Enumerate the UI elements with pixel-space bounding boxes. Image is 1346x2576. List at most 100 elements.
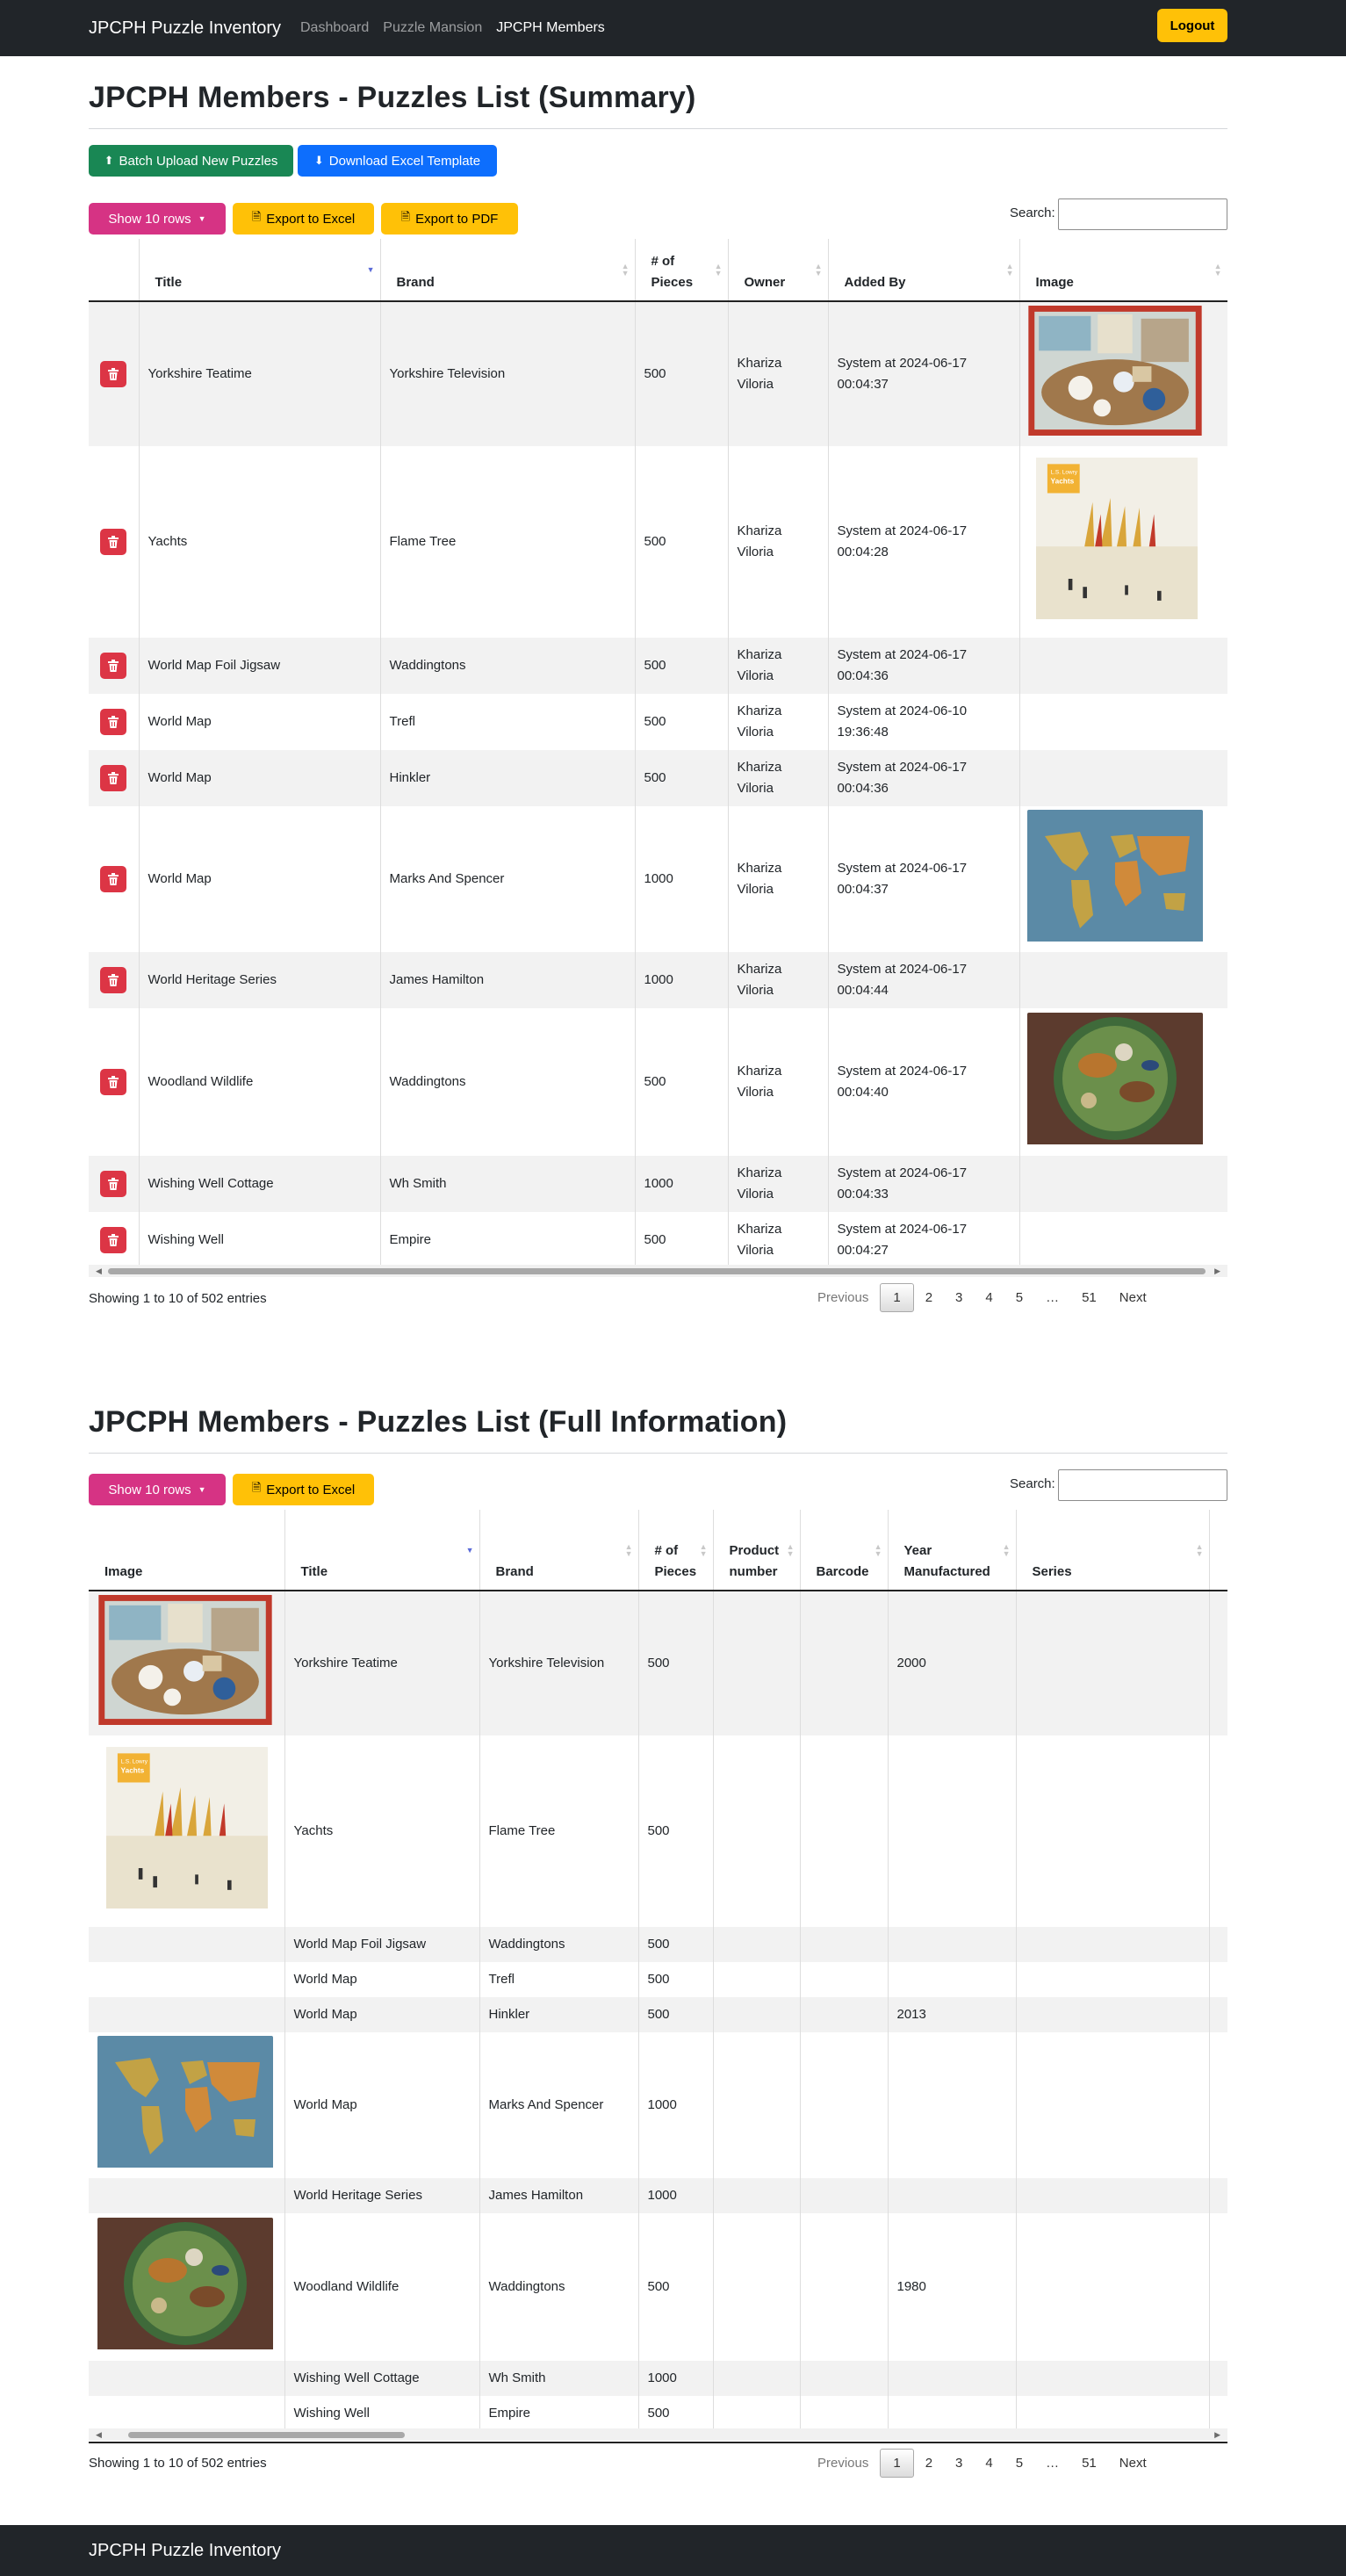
svg-text:Yachts: Yachts — [121, 1766, 145, 1774]
navbar-brand[interactable]: JPCPH Puzzle Inventory — [89, 18, 281, 39]
delete-button[interactable] — [100, 1227, 127, 1253]
table-row[interactable]: World Map Trefl 500 Khariza Viloria System a… — [89, 694, 1227, 750]
table-row[interactable]: World Map Marks And Spencer 1000 — [89, 2032, 1227, 2178]
scroll-thumb[interactable] — [108, 1268, 1206, 1274]
puzzle-image[interactable] — [1026, 1013, 1203, 1151]
header-product-number[interactable]: Product number ▲ ▼ — [713, 1510, 801, 1591]
cell-owner: Khariza Viloria — [728, 1212, 829, 1268]
header-image[interactable]: Image — [89, 1510, 285, 1591]
header-barcode[interactable]: Barcode ▲ ▼ — [800, 1510, 889, 1591]
table-row[interactable]: Woodland Wildlife Waddingtons 500 Khariza V… — [89, 1008, 1227, 1156]
scroll-left-icon[interactable]: ◀ — [96, 2430, 102, 2440]
table-row[interactable]: L.S. Lowry Yachts Yachts Flame Tree 500 — [89, 1735, 1227, 1927]
pagination-previous[interactable]: Previous — [806, 2450, 880, 2477]
delete-button[interactable] — [100, 866, 127, 892]
pagination-page[interactable]: 1 — [880, 1283, 914, 1312]
batch-upload-button[interactable]: ⬆ Batch Upload New Puzzles — [89, 145, 293, 177]
nav-link-jpcph-members[interactable]: JPCPH Members — [496, 20, 605, 36]
cell-added-by: System at 2024-06-17 00:04:33 — [828, 1156, 1020, 1212]
table-row[interactable]: Yorkshire Teatime Yorkshire Television 500… — [89, 1591, 1227, 1735]
full-scrollbar[interactable]: ◀ ▶ — [89, 2428, 1227, 2441]
pagination-page[interactable]: 4 — [974, 1284, 1004, 1311]
pagination-page[interactable]: 2 — [914, 2450, 944, 2477]
header-owner[interactable]: Owner ▲ ▼ — [728, 239, 829, 302]
pagination-page[interactable]: 1 — [880, 2449, 914, 2478]
show-rows-button[interactable]: Show 10 rows ▼ — [89, 203, 226, 235]
delete-button[interactable] — [100, 529, 127, 555]
header-title[interactable]: Title ▼ — [139, 239, 381, 302]
search-input[interactable] — [1058, 198, 1227, 230]
table-row[interactable]: Wishing Well Empire 500 — [89, 2396, 1227, 2431]
delete-button[interactable] — [100, 361, 127, 387]
delete-button[interactable] — [100, 709, 127, 735]
export-pdf-button[interactable]: 🗎 Export to PDF — [381, 203, 518, 235]
search-input[interactable] — [1058, 1469, 1227, 1501]
pagination-page[interactable]: 51 — [1070, 2450, 1108, 2477]
puzzle-image[interactable] — [97, 2036, 273, 2175]
pagination-previous[interactable]: Previous — [806, 1284, 880, 1311]
pagination-page[interactable]: 51 — [1070, 1284, 1108, 1311]
table-row[interactable]: World Map Hinkler 500 Khariza Viloria System… — [89, 750, 1227, 806]
pagination-page[interactable]: 4 — [974, 2450, 1004, 2477]
header-brand[interactable]: Brand ▲ ▼ — [380, 239, 636, 302]
header-title[interactable]: Title ▼ — [284, 1510, 480, 1591]
scroll-thumb[interactable] — [128, 2432, 405, 2438]
puzzle-image[interactable] — [97, 2218, 273, 2356]
delete-button[interactable] — [100, 1069, 127, 1095]
pagination-page[interactable]: 5 — [1004, 2450, 1034, 2477]
delete-button[interactable] — [100, 653, 127, 679]
show-rows-button[interactable]: Show 10 rows ▼ — [89, 1474, 226, 1505]
header-series[interactable]: Series ▲ ▼ — [1016, 1510, 1210, 1591]
table-row[interactable]: World Heritage Series James Hamilton 1000 — [89, 2178, 1227, 2213]
cell-barcode — [800, 2213, 889, 2361]
summary-scrollbar[interactable]: ◀ ▶ — [89, 1265, 1227, 1277]
puzzle-image[interactable]: L.S. Lowry Yachts — [106, 1746, 268, 1916]
table-row[interactable]: World Map Hinkler 500 2013 — [89, 1997, 1227, 2032]
header-year-manufactured[interactable]: Year Manufactured ▲ ▼ — [888, 1510, 1017, 1591]
cell-image — [1019, 750, 1227, 806]
puzzle-image[interactable]: L.S. Lowry Yachts — [1035, 457, 1198, 627]
puzzle-image[interactable] — [1026, 810, 1203, 949]
table-row[interactable]: Woodland Wildlife Waddingtons 500 1980 — [89, 2213, 1227, 2361]
table-row[interactable]: Yorkshire Teatime Yorkshire Television 500… — [89, 301, 1227, 446]
table-row[interactable]: Wishing Well Cottage Wh Smith 1000 Khariza … — [89, 1156, 1227, 1212]
table-row[interactable]: Wishing Well Cottage Wh Smith 1000 — [89, 2361, 1227, 2396]
delete-button[interactable] — [100, 765, 127, 791]
download-template-button[interactable]: ⬇ Download Excel Template — [298, 145, 497, 177]
pagination-next[interactable]: Next — [1108, 2450, 1158, 2477]
cell-title: World Map Foil Jigsaw — [139, 638, 381, 694]
table-row[interactable]: World Map Marks And Spencer 1000 Khariza Vi… — [89, 806, 1227, 952]
puzzle-image[interactable] — [1027, 306, 1203, 443]
export-excel-button[interactable]: 🗎 Export to Excel — [233, 1474, 374, 1505]
nav-link-puzzle-mansion[interactable]: Puzzle Mansion — [383, 20, 482, 36]
table-row[interactable]: World Map Foil Jigsaw Waddingtons 500 — [89, 1927, 1227, 1962]
actions-cell — [89, 301, 140, 446]
pagination-page[interactable]: 3 — [944, 1284, 974, 1311]
puzzle-image[interactable] — [97, 1595, 273, 1732]
delete-button[interactable] — [100, 1171, 127, 1197]
logout-button[interactable]: Logout — [1157, 9, 1227, 42]
table-row[interactable]: World Heritage Series James Hamilton 1000 K… — [89, 952, 1227, 1008]
delete-button[interactable] — [100, 967, 127, 993]
scroll-right-icon[interactable]: ▶ — [1214, 1266, 1220, 1276]
pagination-next[interactable]: Next — [1108, 1284, 1158, 1311]
header-image[interactable]: Image ▲ ▼ — [1019, 239, 1227, 302]
pagination-page[interactable]: 2 — [914, 1284, 944, 1311]
header-added-by[interactable]: Added By ▲ ▼ — [828, 239, 1020, 302]
cell-more — [1209, 2396, 1227, 2431]
table-row[interactable]: Wishing Well Empire 500 Khariza Viloria Syst… — [89, 1212, 1227, 1268]
table-row[interactable]: World Map Trefl 500 — [89, 1962, 1227, 1997]
table-row[interactable]: Yachts Flame Tree 500 Khariza Viloria System… — [89, 446, 1227, 638]
export-excel-button[interactable]: 🗎 Export to Excel — [233, 203, 374, 235]
table-row[interactable]: World Map Foil Jigsaw Waddingtons 500 Khari… — [89, 638, 1227, 694]
cell-image — [89, 2213, 285, 2361]
nav-link-dashboard[interactable]: Dashboard — [300, 20, 369, 36]
pagination-page[interactable]: 5 — [1004, 1284, 1034, 1311]
scroll-left-icon[interactable]: ◀ — [96, 1266, 102, 1276]
header-brand[interactable]: Brand ▲ ▼ — [479, 1510, 639, 1591]
cell-added-by: System at 2024-06-17 00:04:37 — [828, 301, 1020, 446]
header-pieces[interactable]: # of Pieces ▲ ▼ — [635, 239, 729, 302]
pagination-page[interactable]: 3 — [944, 2450, 974, 2477]
header-pieces[interactable]: # of Pieces ▲ ▼ — [638, 1510, 714, 1591]
scroll-right-icon[interactable]: ▶ — [1214, 2430, 1220, 2440]
